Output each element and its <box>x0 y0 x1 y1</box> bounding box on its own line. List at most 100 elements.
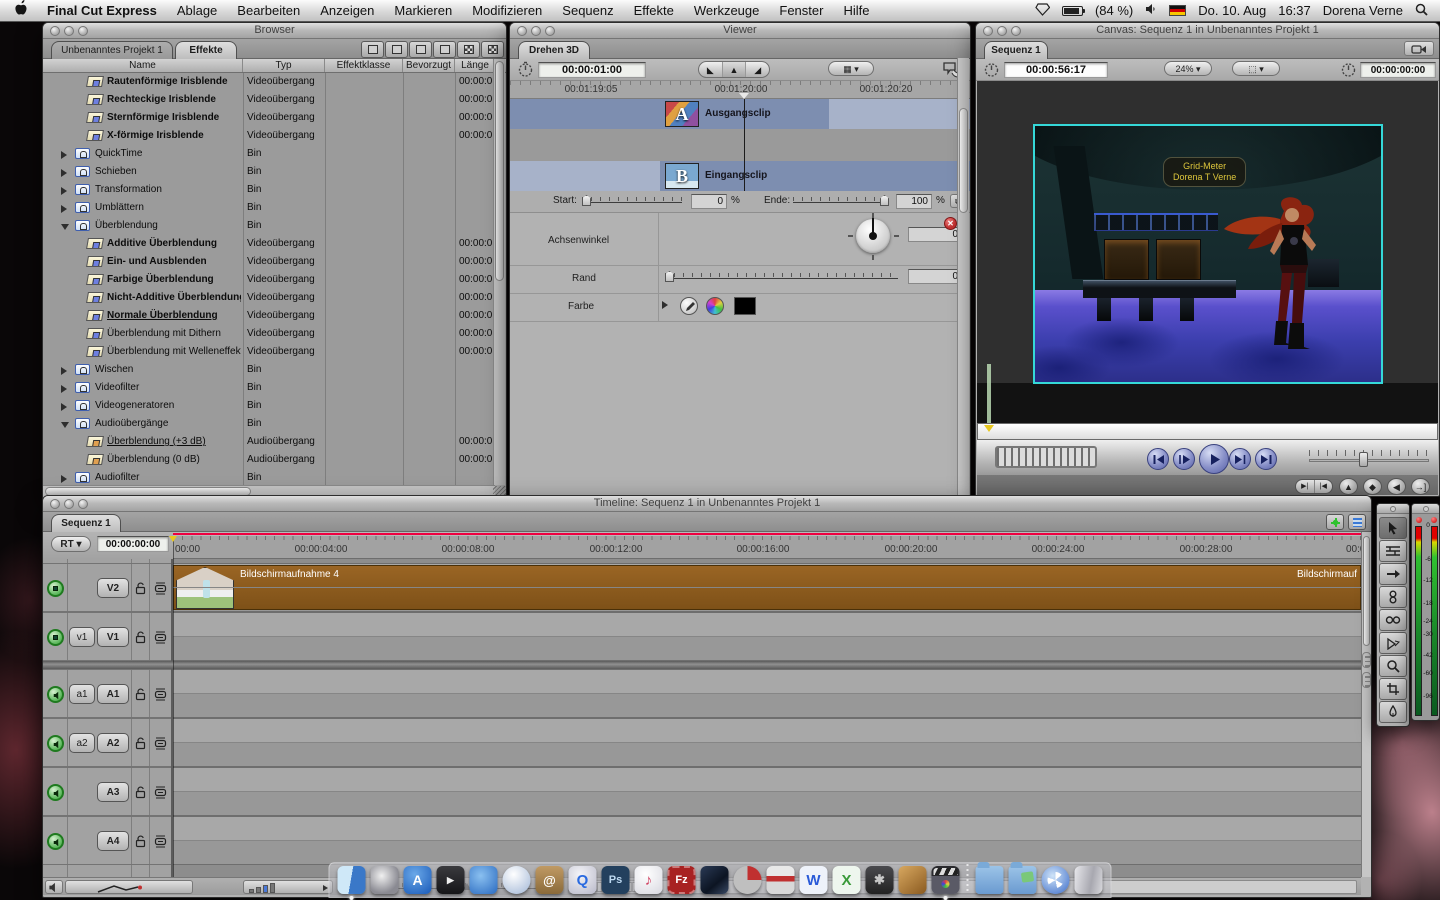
previous-edit-button[interactable]: ▶| <box>1296 480 1315 493</box>
dock-icon-ring-app[interactable] <box>734 866 762 894</box>
track-lane-a2[interactable] <box>173 718 1361 767</box>
icon-view-button-2[interactable] <box>481 41 504 58</box>
menu-effekte[interactable]: Effekte <box>624 0 684 21</box>
overwrite-button[interactable]: ▲ <box>1339 478 1358 495</box>
reset-parameters-button[interactable]: ✕ <box>944 217 957 230</box>
canvas-scrubber[interactable] <box>977 423 1438 440</box>
timeline-vscrollbar[interactable] <box>1361 532 1371 877</box>
viewer-timecode-field[interactable]: 00:00:01:00 <box>538 62 646 78</box>
menu-ablage[interactable]: Ablage <box>167 0 227 21</box>
column-header-typ[interactable]: Typ <box>243 59 325 72</box>
camera-export-button[interactable] <box>1404 41 1434 56</box>
browser-column-headers[interactable]: NameTypEffektklasseBevorzugtLänge <box>43 59 506 73</box>
rand-slider[interactable] <box>665 271 898 281</box>
canvas-video-area[interactable]: Grid-Meter Dorena T Verne <box>977 81 1438 423</box>
menu-sequenz[interactable]: Sequenz <box>552 0 623 21</box>
minimize-button[interactable] <box>997 26 1007 36</box>
menu-werkzeuge[interactable]: Werkzeuge <box>684 0 770 21</box>
track-lane-v1[interactable] <box>173 612 1361 661</box>
clip-keyframes-toggle[interactable] <box>65 880 193 894</box>
rand-value-field[interactable]: 0 <box>908 269 962 284</box>
effect-row-additive-uberblendung[interactable]: Additive ÜberblendungVideoübergang00:00:… <box>43 235 495 253</box>
spotlight-search-icon[interactable] <box>1415 3 1428 19</box>
effect-row-uberblendung-mit-dithern[interactable]: Überblendung mit DithernVideoübergang00:… <box>43 325 495 343</box>
clip-overlays-button[interactable] <box>1348 514 1366 530</box>
menu-bearbeiten[interactable]: Bearbeiten <box>227 0 310 21</box>
video-audio-divider[interactable] <box>43 661 1361 669</box>
canvas-duration-timecode[interactable]: 00:00:00:00 <box>1360 62 1436 78</box>
disclosure-triangle[interactable] <box>61 403 67 411</box>
dock-icon-fan-app[interactable] <box>1042 866 1070 894</box>
effect-row-rautenformige-irisblende[interactable]: Rautenförmige IrisblendeVideoübergang00:… <box>43 73 495 91</box>
video-frame[interactable]: Grid-Meter Dorena T Verne <box>1033 124 1383 384</box>
menu-anzeigen[interactable]: Anzeigen <box>310 0 384 21</box>
dock-icon-address-book[interactable]: @ <box>536 866 564 894</box>
bin-view-button-2[interactable] <box>409 41 432 58</box>
canvas-window-controls[interactable] <box>983 26 1021 36</box>
align-end-button[interactable]: ◢ <box>746 62 769 77</box>
viewer-scrollbar[interactable] <box>957 58 969 498</box>
menu-modifizieren[interactable]: Modifizieren <box>462 0 552 21</box>
play-in-to-out-button[interactable] <box>1229 448 1251 470</box>
browser-vscrollbar[interactable] <box>493 59 505 485</box>
eyedropper-button[interactable] <box>680 297 698 315</box>
timeline-playhead[interactable] <box>173 536 174 879</box>
minimize-button[interactable] <box>531 26 541 36</box>
zoom-tool[interactable] <box>1379 655 1407 677</box>
shuttle-slider[interactable] <box>1309 450 1429 464</box>
effect-row-ein-und-ausblenden[interactable]: Ein- und AusblendenVideoübergang00:00:0 <box>43 253 495 271</box>
tab-unbenanntes-projekt-1[interactable]: Unbenanntes Projekt 1 <box>51 41 173 59</box>
minimize-button[interactable] <box>64 26 74 36</box>
effect-row-uberblendung[interactable]: ÜberblendungBin <box>43 217 495 235</box>
column-header-lange[interactable]: Länge <box>455 59 496 72</box>
end-slider[interactable] <box>793 195 889 205</box>
effect-row-x-formige-irisblende[interactable]: X-förmige IrisblendeVideoübergang00:00:0 <box>43 127 495 145</box>
achsenwinkel-dial[interactable] <box>856 219 890 253</box>
dock-icon-thunderbird[interactable] <box>470 866 498 894</box>
effect-row-nicht-additive-uberblendung[interactable]: Nicht-Additive ÜberblendungVideoübergang… <box>43 289 495 307</box>
menu-final-cut-express[interactable]: Final Cut Express <box>37 0 167 21</box>
align-center-button[interactable]: ▲ <box>722 62 747 77</box>
track-height-control[interactable] <box>243 880 333 894</box>
dock-icon-launchpad[interactable] <box>371 866 399 894</box>
rt-dropdown[interactable]: RT ▾ <box>51 536 91 552</box>
dock-icon-gear-app[interactable]: ✱ <box>866 866 894 894</box>
effect-row-wischen[interactable]: WischenBin <box>43 361 495 379</box>
timeline-ruler[interactable]: 00:0000:00:04:0000:00:08:0000:00:12:0000… <box>173 536 1361 559</box>
dock-icon-quicktime[interactable]: Q <box>569 866 597 894</box>
effect-row-sternformige-irisblende[interactable]: Sternförmige IrisblendeVideoübergang00:0… <box>43 109 495 127</box>
selection-tool[interactable] <box>1379 517 1407 539</box>
edit-selection-tool[interactable] <box>1379 540 1407 562</box>
color-wheel-button[interactable] <box>706 297 724 315</box>
battery-icon[interactable] <box>1062 6 1083 16</box>
stopwatch-icon[interactable] <box>983 61 1000 78</box>
viewer-titlebar[interactable]: Viewer <box>510 23 970 39</box>
dock-icon-game-app[interactable] <box>701 866 729 894</box>
close-button[interactable] <box>50 26 60 36</box>
user-name[interactable]: Dorena Verne <box>1323 3 1403 18</box>
menu-markieren[interactable]: Markieren <box>384 0 462 21</box>
effect-row-normale-uberblendung[interactable]: Normale ÜberblendungVideoübergang00:00:0 <box>43 307 495 325</box>
track-lane-a1[interactable] <box>173 669 1361 718</box>
dock-icon-folder-green[interactable] <box>1009 866 1037 894</box>
disclosure-triangle[interactable] <box>61 385 67 393</box>
jog-wheel[interactable] <box>995 446 1097 468</box>
next-edit-button[interactable]: |◀ <box>1315 480 1333 493</box>
insert-button[interactable]: →] <box>1411 478 1430 495</box>
zoom-button[interactable] <box>78 26 88 36</box>
view-options-dropdown[interactable]: ▦ ▾ <box>828 61 874 76</box>
select-forward-tool[interactable] <box>1379 563 1407 585</box>
track-lane-a3[interactable] <box>173 767 1361 816</box>
viewer-window-controls[interactable] <box>517 26 555 36</box>
disclosure-triangle[interactable] <box>61 169 67 177</box>
previous-edit-button[interactable] <box>1147 448 1169 470</box>
match-frame-button[interactable]: ◀ <box>1387 478 1406 495</box>
bin-view-button-1[interactable] <box>385 41 408 58</box>
zoom-button[interactable] <box>1011 26 1021 36</box>
menu-fenster[interactable]: Fenster <box>769 0 833 21</box>
clip-bildschirmaufnahme-4[interactable]: Bildschirmaufnahme 4Bildschirmauf <box>173 565 1361 610</box>
match-frame-buttons[interactable]: ▶||◀ <box>1295 479 1333 494</box>
farbe-disclosure-triangle[interactable] <box>662 301 668 309</box>
bin-view-button-3[interactable] <box>433 41 456 58</box>
incoming-clip-track[interactable]: B Eingangsclip <box>510 161 970 191</box>
